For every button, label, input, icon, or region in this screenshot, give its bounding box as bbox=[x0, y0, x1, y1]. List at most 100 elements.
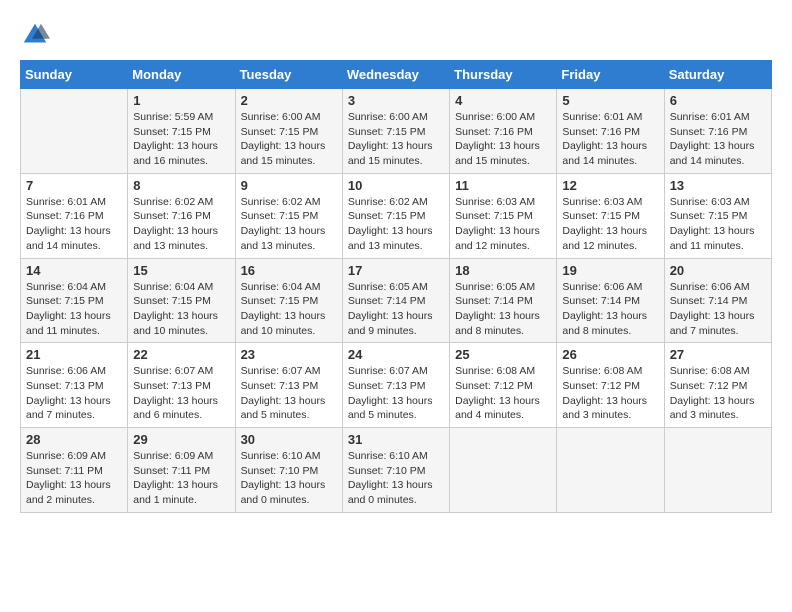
calendar-cell: 10Sunrise: 6:02 AM Sunset: 7:15 PM Dayli… bbox=[342, 173, 449, 258]
day-info: Sunrise: 6:04 AM Sunset: 7:15 PM Dayligh… bbox=[26, 280, 122, 339]
calendar-cell bbox=[557, 428, 664, 513]
day-number: 14 bbox=[26, 263, 122, 278]
day-number: 7 bbox=[26, 178, 122, 193]
day-number: 18 bbox=[455, 263, 551, 278]
day-number: 25 bbox=[455, 347, 551, 362]
calendar-cell: 9Sunrise: 6:02 AM Sunset: 7:15 PM Daylig… bbox=[235, 173, 342, 258]
day-info: Sunrise: 6:03 AM Sunset: 7:15 PM Dayligh… bbox=[670, 195, 766, 254]
calendar-cell: 19 Sunrise: 6:06 AM Sunset: 7:14 PM Dayli… bbox=[557, 258, 664, 343]
logo-icon bbox=[20, 20, 50, 50]
day-number: 21 bbox=[26, 347, 122, 362]
calendar-week-1: 1 Sunrise: 5:59 AM Sunset: 7:15 PM Daylig… bbox=[21, 89, 772, 174]
day-number: 9 bbox=[241, 178, 337, 193]
calendar-cell: 12 Sunrise: 6:03 AM Sunset: 7:15 PM Dayli… bbox=[557, 173, 664, 258]
calendar-cell bbox=[450, 428, 557, 513]
calendar-cell: 21 Sunrise: 6:06 AM Sunset: 7:13 PM Dayli… bbox=[21, 343, 128, 428]
calendar-cell: 28 Sunrise: 6:09 AM Sunset: 7:11 PM Dayli… bbox=[21, 428, 128, 513]
calendar-cell: 22Sunrise: 6:07 AM Sunset: 7:13 PM Dayli… bbox=[128, 343, 235, 428]
calendar-cell: 26 Sunrise: 6:08 AM Sunset: 7:12 PM Dayli… bbox=[557, 343, 664, 428]
day-number: 31 bbox=[348, 432, 444, 447]
calendar-body: 1 Sunrise: 5:59 AM Sunset: 7:15 PM Daylig… bbox=[21, 89, 772, 513]
day-info: Sunrise: 6:00 AM Sunset: 7:15 PM Dayligh… bbox=[348, 110, 444, 169]
weekday-header-sunday: Sunday bbox=[21, 61, 128, 89]
day-info: Sunrise: 6:08 AM Sunset: 7:12 PM Dayligh… bbox=[670, 364, 766, 423]
calendar-cell: 3 Sunrise: 6:00 AM Sunset: 7:15 PM Daylig… bbox=[342, 89, 449, 174]
day-number: 29 bbox=[133, 432, 229, 447]
day-info: Sunrise: 6:01 AM Sunset: 7:16 PM Dayligh… bbox=[562, 110, 658, 169]
day-info: Sunrise: 6:06 AM Sunset: 7:14 PM Dayligh… bbox=[670, 280, 766, 339]
day-number: 3 bbox=[348, 93, 444, 108]
day-number: 23 bbox=[241, 347, 337, 362]
day-number: 16 bbox=[241, 263, 337, 278]
day-info: Sunrise: 6:09 AM Sunset: 7:11 PM Dayligh… bbox=[26, 449, 122, 508]
day-info: Sunrise: 6:04 AM Sunset: 7:15 PM Dayligh… bbox=[241, 280, 337, 339]
day-info: Sunrise: 6:04 AM Sunset: 7:15 PM Dayligh… bbox=[133, 280, 229, 339]
calendar-cell: 23 Sunrise: 6:07 AM Sunset: 7:13 PM Dayli… bbox=[235, 343, 342, 428]
calendar-cell: 29 Sunrise: 6:09 AM Sunset: 7:11 PM Dayli… bbox=[128, 428, 235, 513]
day-number: 1 bbox=[133, 93, 229, 108]
weekday-header-row: SundayMondayTuesdayWednesdayThursdayFrid… bbox=[21, 61, 772, 89]
calendar-cell: 6 Sunrise: 6:01 AM Sunset: 7:16 PM Daylig… bbox=[664, 89, 771, 174]
calendar-week-4: 21 Sunrise: 6:06 AM Sunset: 7:13 PM Dayli… bbox=[21, 343, 772, 428]
day-info: Sunrise: 6:01 AM Sunset: 7:16 PM Dayligh… bbox=[26, 195, 122, 254]
calendar-cell: 20 Sunrise: 6:06 AM Sunset: 7:14 PM Dayli… bbox=[664, 258, 771, 343]
weekday-header-friday: Friday bbox=[557, 61, 664, 89]
day-number: 22 bbox=[133, 347, 229, 362]
day-number: 4 bbox=[455, 93, 551, 108]
calendar-cell: 15 Sunrise: 6:04 AM Sunset: 7:15 PM Dayli… bbox=[128, 258, 235, 343]
day-info: Sunrise: 6:06 AM Sunset: 7:13 PM Dayligh… bbox=[26, 364, 122, 423]
day-info: Sunrise: 6:06 AM Sunset: 7:14 PM Dayligh… bbox=[562, 280, 658, 339]
day-number: 2 bbox=[241, 93, 337, 108]
calendar-cell: 24Sunrise: 6:07 AM Sunset: 7:13 PM Dayli… bbox=[342, 343, 449, 428]
day-info: Sunrise: 5:59 AM Sunset: 7:15 PM Dayligh… bbox=[133, 110, 229, 169]
calendar-week-3: 14 Sunrise: 6:04 AM Sunset: 7:15 PM Dayli… bbox=[21, 258, 772, 343]
day-info: Sunrise: 6:05 AM Sunset: 7:14 PM Dayligh… bbox=[455, 280, 551, 339]
day-number: 13 bbox=[670, 178, 766, 193]
day-number: 20 bbox=[670, 263, 766, 278]
weekday-header-monday: Monday bbox=[128, 61, 235, 89]
calendar-week-2: 7 Sunrise: 6:01 AM Sunset: 7:16 PM Daylig… bbox=[21, 173, 772, 258]
day-info: Sunrise: 6:01 AM Sunset: 7:16 PM Dayligh… bbox=[670, 110, 766, 169]
calendar-cell: 25Sunrise: 6:08 AM Sunset: 7:12 PM Dayli… bbox=[450, 343, 557, 428]
calendar-cell bbox=[664, 428, 771, 513]
day-info: Sunrise: 6:07 AM Sunset: 7:13 PM Dayligh… bbox=[241, 364, 337, 423]
calendar-cell: 14 Sunrise: 6:04 AM Sunset: 7:15 PM Dayli… bbox=[21, 258, 128, 343]
day-info: Sunrise: 6:08 AM Sunset: 7:12 PM Dayligh… bbox=[562, 364, 658, 423]
calendar-cell: 31Sunrise: 6:10 AM Sunset: 7:10 PM Dayli… bbox=[342, 428, 449, 513]
day-number: 6 bbox=[670, 93, 766, 108]
day-number: 11 bbox=[455, 178, 551, 193]
day-info: Sunrise: 6:02 AM Sunset: 7:16 PM Dayligh… bbox=[133, 195, 229, 254]
calendar-cell: 5Sunrise: 6:01 AM Sunset: 7:16 PM Daylig… bbox=[557, 89, 664, 174]
calendar-cell: 4 Sunrise: 6:00 AM Sunset: 7:16 PM Daylig… bbox=[450, 89, 557, 174]
weekday-header-tuesday: Tuesday bbox=[235, 61, 342, 89]
day-info: Sunrise: 6:00 AM Sunset: 7:15 PM Dayligh… bbox=[241, 110, 337, 169]
day-number: 30 bbox=[241, 432, 337, 447]
day-number: 8 bbox=[133, 178, 229, 193]
page-header bbox=[20, 20, 772, 50]
calendar-cell: 18 Sunrise: 6:05 AM Sunset: 7:14 PM Dayli… bbox=[450, 258, 557, 343]
weekday-header-saturday: Saturday bbox=[664, 61, 771, 89]
weekday-header-thursday: Thursday bbox=[450, 61, 557, 89]
calendar-table: SundayMondayTuesdayWednesdayThursdayFrid… bbox=[20, 60, 772, 513]
day-number: 17 bbox=[348, 263, 444, 278]
day-number: 15 bbox=[133, 263, 229, 278]
calendar-cell: 2 Sunrise: 6:00 AM Sunset: 7:15 PM Daylig… bbox=[235, 89, 342, 174]
day-number: 19 bbox=[562, 263, 658, 278]
day-info: Sunrise: 6:05 AM Sunset: 7:14 PM Dayligh… bbox=[348, 280, 444, 339]
calendar-cell: 7 Sunrise: 6:01 AM Sunset: 7:16 PM Daylig… bbox=[21, 173, 128, 258]
day-info: Sunrise: 6:09 AM Sunset: 7:11 PM Dayligh… bbox=[133, 449, 229, 508]
day-number: 24 bbox=[348, 347, 444, 362]
day-number: 28 bbox=[26, 432, 122, 447]
day-number: 26 bbox=[562, 347, 658, 362]
day-number: 12 bbox=[562, 178, 658, 193]
calendar-cell: 11 Sunrise: 6:03 AM Sunset: 7:15 PM Dayli… bbox=[450, 173, 557, 258]
day-number: 10 bbox=[348, 178, 444, 193]
calendar-week-5: 28 Sunrise: 6:09 AM Sunset: 7:11 PM Dayli… bbox=[21, 428, 772, 513]
day-info: Sunrise: 6:10 AM Sunset: 7:10 PM Dayligh… bbox=[241, 449, 337, 508]
calendar-cell: 1 Sunrise: 5:59 AM Sunset: 7:15 PM Daylig… bbox=[128, 89, 235, 174]
calendar-cell: 16 Sunrise: 6:04 AM Sunset: 7:15 PM Dayli… bbox=[235, 258, 342, 343]
weekday-header-wednesday: Wednesday bbox=[342, 61, 449, 89]
day-info: Sunrise: 6:03 AM Sunset: 7:15 PM Dayligh… bbox=[455, 195, 551, 254]
day-info: Sunrise: 6:00 AM Sunset: 7:16 PM Dayligh… bbox=[455, 110, 551, 169]
day-info: Sunrise: 6:03 AM Sunset: 7:15 PM Dayligh… bbox=[562, 195, 658, 254]
